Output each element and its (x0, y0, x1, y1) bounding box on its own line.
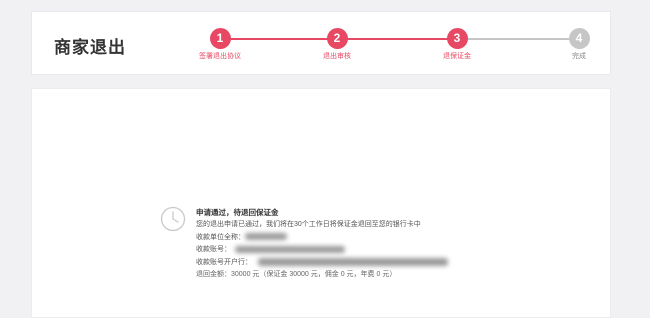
progress-header: 商家退出 1 签署退出协议 2 退出审核 3 退保证金 4 完成 (31, 11, 611, 75)
redacted-bank-name (258, 257, 448, 266)
step-3: 3 退保证金 (427, 28, 487, 61)
step-4-label: 完成 (572, 53, 586, 60)
status-description: 您的退出申请已通过，我们将在30个工作日将保证金退回至您的银行卡中 (196, 221, 421, 228)
step-1: 1 签署退出协议 (190, 28, 250, 61)
status-info: 申请通过，待退回保证金 您的退出申请已通过，我们将在30个工作日将保证金退回至您… (196, 207, 448, 282)
status-panel: 申请通过，待退回保证金 您的退出申请已通过，我们将在30个工作日将保证金退回至您… (31, 88, 611, 318)
step-2: 2 退出审核 (307, 28, 367, 61)
redacted-account-name (245, 233, 287, 241)
bank-label: 收款账号开户行： (196, 258, 252, 266)
account-name-label: 收款单位全称： (196, 233, 245, 241)
refund-amount: 退回金额：30000 元（保证金 30000 元，佣金 0 元，年费 0 元） (196, 271, 397, 278)
clock-icon (160, 206, 186, 232)
step-3-number: 3 (446, 28, 468, 49)
status-title: 申请通过，待退回保证金 (196, 208, 279, 217)
step-4-number: 4 (568, 28, 590, 49)
account-name-row: 收款单位全称： (196, 232, 448, 245)
bank-row: 收款账号开户行： (196, 257, 448, 270)
step-1-label: 签署退出协议 (199, 53, 241, 60)
step-4: 4 完成 (549, 28, 609, 61)
step-2-number: 2 (326, 28, 348, 49)
step-3-label: 退保证金 (443, 53, 471, 60)
step-2-label: 退出审核 (323, 53, 351, 60)
account-number-label: 收款账号： (196, 246, 231, 253)
redacted-account-number (235, 245, 345, 253)
account-number-row: 收款账号： (196, 244, 448, 257)
step-1-number: 1 (209, 28, 231, 49)
step-progress: 1 签署退出协议 2 退出审核 3 退保证金 4 完成 (32, 12, 610, 74)
